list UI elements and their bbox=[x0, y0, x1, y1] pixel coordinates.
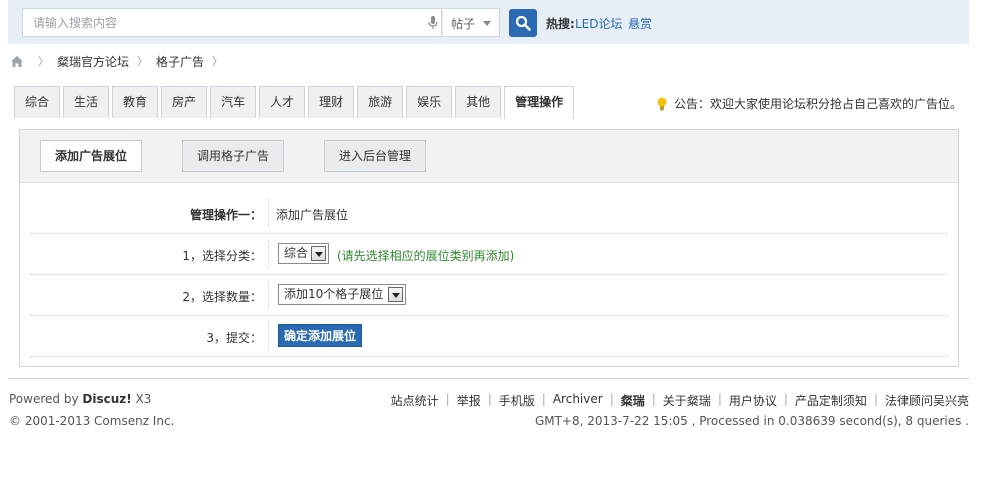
announcement: 公告：欢迎大家使用论坛积分抢占自己喜欢的广告位。 bbox=[656, 95, 962, 112]
dropdown-arrow-icon bbox=[388, 287, 403, 302]
search-icon bbox=[515, 15, 531, 31]
copyright: © 2001-2013 Comsenz Inc. bbox=[9, 414, 175, 428]
search-input[interactable] bbox=[23, 9, 415, 36]
powered-version: X3 bbox=[131, 392, 152, 406]
form-row-category: 1，选择分类： 综合 (请先选择相应的展位类别再添加) bbox=[30, 234, 948, 275]
footer-separator: | bbox=[717, 392, 722, 406]
footer-separator: | bbox=[487, 392, 492, 406]
footer-link-user-agreement[interactable]: 用户协议 bbox=[729, 392, 777, 409]
footer-separator: | bbox=[609, 392, 614, 406]
footer-links: 站点统计 | 举报 | 手机版 | Archiver | 粲瑞 | 关于粲瑞 |… bbox=[391, 392, 969, 409]
top-search-bar: 帖子 热搜: LED论坛 悬赏 bbox=[8, 0, 969, 44]
powered-prefix: Powered by bbox=[9, 392, 83, 406]
add-ad-slot-button[interactable]: 添加广告展位 bbox=[40, 140, 143, 172]
operation-value: 添加广告展位 bbox=[276, 208, 349, 222]
category-select-value: 综合 bbox=[284, 246, 309, 260]
tab-automobile[interactable]: 汽车 bbox=[210, 86, 257, 118]
footer-link-site-stats[interactable]: 站点统计 bbox=[391, 392, 439, 409]
form-row-quantity: 2，选择数量： 添加10个格子展位 bbox=[30, 275, 948, 316]
call-grid-ad-button[interactable]: 调用格子广告 bbox=[182, 140, 285, 172]
search-button[interactable] bbox=[509, 9, 537, 37]
category-hint: (请先选择相应的展位类别再添加) bbox=[337, 249, 515, 263]
tab-travel[interactable]: 旅游 bbox=[357, 86, 404, 118]
category-tabs: 综合 生活 教育 房产 汽车 人才 理财 旅游 娱乐 其他 管理操作 bbox=[14, 86, 577, 119]
footer-separator: | bbox=[445, 392, 450, 406]
lightbulb-icon bbox=[657, 97, 667, 110]
tab-life[interactable]: 生活 bbox=[63, 86, 110, 118]
tab-real-estate[interactable]: 房产 bbox=[161, 86, 208, 118]
search-type-select[interactable]: 帖子 bbox=[442, 8, 500, 37]
announcement-text: 公告：欢迎大家使用论坛积分抢占自己喜欢的广告位。 bbox=[674, 97, 963, 111]
discuz-link[interactable]: Discuz! bbox=[82, 392, 131, 406]
breadcrumb-separator: 〉 bbox=[137, 55, 149, 68]
form-row-submit: 3，提交： 确定添加展位 bbox=[30, 316, 948, 357]
footer-link-customization[interactable]: 产品定制须知 bbox=[795, 392, 867, 409]
quantity-select[interactable]: 添加10个格子展位 bbox=[278, 284, 406, 305]
footer-link-legal-advisor[interactable]: 法律顾问吴兴亮 bbox=[885, 392, 969, 409]
footer-stats: GMT+8, 2013-7-22 15:05 , Processed in 0.… bbox=[534, 414, 969, 428]
breadcrumb-grid-ads-link[interactable]: 格子广告 bbox=[156, 53, 204, 70]
category-label: 1，选择分类： bbox=[182, 249, 262, 263]
footer-link-report[interactable]: 举报 bbox=[457, 392, 481, 409]
breadcrumb-separator: 〉 bbox=[38, 55, 49, 68]
quantity-label: 2，选择数量： bbox=[182, 290, 262, 304]
panel-toolbar: 添加广告展位 调用格子广告 进入后台管理 bbox=[20, 130, 958, 183]
footer-link-mobile[interactable]: 手机版 bbox=[499, 392, 535, 409]
management-panel: 添加广告展位 调用格子广告 进入后台管理 管理操作一： 添加广告展位 1，选择分… bbox=[19, 129, 959, 367]
tab-entertainment[interactable]: 娱乐 bbox=[406, 86, 453, 118]
footer-separator: | bbox=[541, 392, 546, 406]
confirm-add-slot-button[interactable]: 确定添加展位 bbox=[278, 324, 363, 347]
footer-separator: | bbox=[783, 392, 788, 406]
tab-education[interactable]: 教育 bbox=[112, 86, 159, 118]
microphone-icon[interactable] bbox=[428, 16, 438, 30]
row-divider bbox=[268, 199, 269, 227]
operation-label: 管理操作一： bbox=[189, 208, 262, 222]
footer-link-canrui[interactable]: 粲瑞 bbox=[621, 392, 645, 409]
footer-divider bbox=[8, 378, 969, 379]
chevron-down-icon bbox=[483, 21, 491, 26]
row-divider bbox=[268, 322, 269, 350]
category-select[interactable]: 综合 bbox=[278, 243, 329, 264]
quantity-select-value: 添加10个格子展位 bbox=[284, 287, 384, 301]
search-type-label: 帖子 bbox=[451, 17, 476, 31]
footer-separator: | bbox=[873, 392, 878, 406]
breadcrumb: 〉 粲瑞官方论坛 〉 格子广告 〉 bbox=[10, 53, 231, 69]
tab-talent[interactable]: 人才 bbox=[259, 86, 306, 118]
footer-separator: | bbox=[651, 392, 656, 406]
hot-search-label: 热搜: bbox=[546, 17, 575, 31]
search-box bbox=[22, 8, 442, 37]
tab-finance[interactable]: 理财 bbox=[308, 86, 355, 118]
form-row-operation: 管理操作一： 添加广告展位 bbox=[30, 193, 948, 234]
row-divider bbox=[268, 281, 269, 309]
enter-admin-button[interactable]: 进入后台管理 bbox=[324, 140, 427, 172]
row-divider bbox=[268, 240, 269, 268]
tab-general[interactable]: 综合 bbox=[14, 86, 61, 118]
dropdown-arrow-icon bbox=[311, 246, 326, 261]
breadcrumb-forum-link[interactable]: 粲瑞官方论坛 bbox=[57, 53, 129, 70]
submit-label: 3，提交： bbox=[206, 331, 262, 345]
breadcrumb-separator: 〉 bbox=[212, 55, 224, 68]
home-icon[interactable] bbox=[10, 55, 24, 68]
hot-link-led-forum[interactable]: LED论坛 bbox=[575, 15, 623, 32]
powered-by: Powered by Discuz! X3 bbox=[9, 392, 151, 406]
footer-link-archiver[interactable]: Archiver bbox=[553, 392, 603, 409]
tab-management[interactable]: 管理操作 bbox=[504, 86, 575, 119]
tab-other[interactable]: 其他 bbox=[455, 86, 502, 118]
hot-link-bounty[interactable]: 悬赏 bbox=[628, 15, 652, 32]
footer-link-about[interactable]: 关于粲瑞 bbox=[663, 392, 711, 409]
